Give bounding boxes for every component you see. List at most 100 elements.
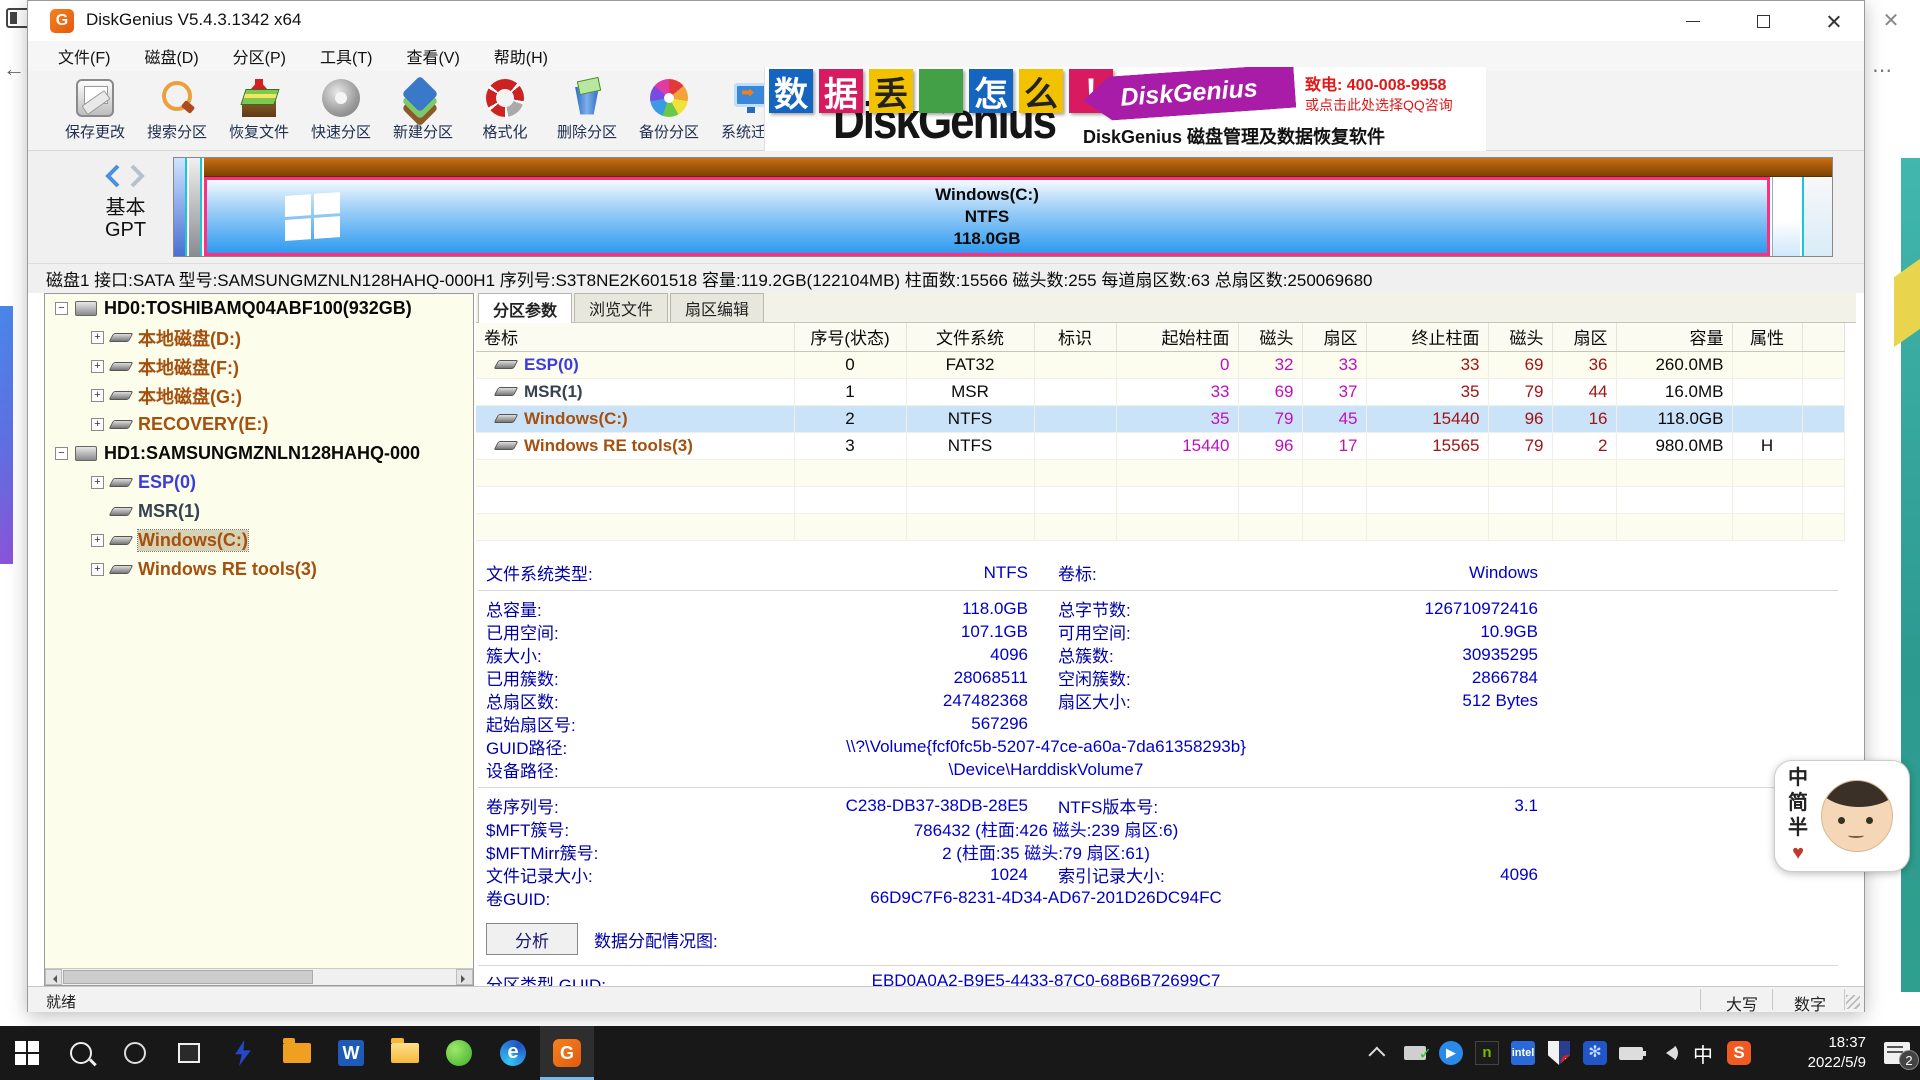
- background-window-left: ←: [0, 0, 27, 1080]
- tray-volume[interactable]: [1652, 1033, 1682, 1073]
- taskbar-app-word[interactable]: W: [324, 1026, 378, 1080]
- next-disk-icon[interactable]: [130, 164, 146, 188]
- tray-sogou[interactable]: S: [1724, 1033, 1754, 1073]
- taskbar-app-lightning[interactable]: [216, 1026, 270, 1080]
- start-button[interactable]: [0, 1026, 54, 1080]
- new-partition-button[interactable]: 新建分区: [382, 71, 464, 149]
- tree-item-msr[interactable]: MSR(1): [45, 497, 473, 526]
- tree-item-hd0[interactable]: HD0:TOSHIBAMQ04ABF100(932GB): [45, 294, 473, 323]
- cortana-button[interactable]: [108, 1026, 162, 1080]
- tree-horizontal-scrollbar[interactable]: [45, 968, 473, 985]
- tree-item-windows-re[interactable]: Windows RE tools(3): [45, 555, 473, 584]
- partition-block-msr[interactable]: [189, 158, 202, 256]
- prev-disk-icon[interactable]: [104, 164, 120, 188]
- background-more-icon[interactable]: ⋯: [1872, 58, 1894, 83]
- search-partition-button[interactable]: 搜索分区: [136, 71, 218, 149]
- tray-battery[interactable]: [1616, 1033, 1646, 1073]
- table-row-esp[interactable]: ESP(0) 0 FAT32 0 32 33 33 69 36 260.0MB: [476, 351, 1844, 378]
- tab-browse-files[interactable]: 浏览文件: [574, 293, 668, 322]
- maximize-button[interactable]: [1734, 1, 1792, 41]
- collapse-icon[interactable]: [55, 447, 68, 460]
- scroll-right-icon[interactable]: [456, 969, 473, 985]
- taskbar-clock[interactable]: 18:37 2022/5/9: [1770, 1033, 1866, 1073]
- taskbar-app-folder[interactable]: [270, 1026, 324, 1080]
- notification-center-button[interactable]: 2: [1882, 1033, 1912, 1073]
- backup-partition-button[interactable]: 备份分区: [628, 71, 710, 149]
- tab-partition-params[interactable]: 分区参数: [478, 293, 572, 323]
- background-gradient-strip: [0, 306, 13, 564]
- status-text: 就绪: [46, 991, 76, 1012]
- quick-partition-button[interactable]: 快速分区: [300, 71, 382, 149]
- ad-banner[interactable]: DiskGenius 数 据 丢 怎 么 ! DiskGenius 致电: 40…: [764, 67, 1486, 151]
- expand-icon[interactable]: [91, 476, 104, 489]
- task-view-button[interactable]: [162, 1026, 216, 1080]
- tray-printer[interactable]: [1400, 1033, 1430, 1073]
- tab-bar: 分区参数 浏览文件 扇区编辑: [476, 293, 1856, 323]
- tray-input-method[interactable]: 中: [1688, 1033, 1718, 1073]
- sogou-icon: S: [1727, 1041, 1751, 1065]
- tray-intel[interactable]: intel: [1508, 1033, 1538, 1073]
- tree-item-hd1[interactable]: HD1:SAMSUNGMZNLN128HAHQ-000: [45, 439, 473, 468]
- table-row-msr[interactable]: MSR(1) 1 MSR 33 69 37 35 79 44 16.0MB: [476, 378, 1844, 405]
- expand-icon[interactable]: [91, 360, 104, 373]
- scrollbar-thumb[interactable]: [63, 970, 313, 984]
- tree-item-local-d[interactable]: 本地磁盘(D:): [45, 323, 473, 352]
- menu-help[interactable]: 帮助(H): [494, 44, 548, 68]
- tray-nvidia[interactable]: n: [1472, 1033, 1502, 1073]
- recover-files-button[interactable]: 恢复文件: [218, 71, 300, 149]
- partition-block-esp[interactable]: [174, 158, 187, 256]
- expand-icon[interactable]: [91, 534, 104, 547]
- disk-nav-arrows[interactable]: [90, 161, 160, 191]
- divider: [478, 787, 1838, 788]
- notification-icon: 2: [1884, 1042, 1910, 1064]
- new-partition-icon: [404, 79, 442, 117]
- collapse-icon[interactable]: [55, 302, 68, 315]
- expand-icon[interactable]: [91, 389, 104, 402]
- tree-item-local-g[interactable]: 本地磁盘(G:): [45, 381, 473, 410]
- tray-snowflake[interactable]: ✻: [1580, 1033, 1610, 1073]
- taskbar-app-browser-green[interactable]: [432, 1026, 486, 1080]
- delete-partition-button[interactable]: 删除分区: [546, 71, 628, 149]
- close-button[interactable]: [1804, 1, 1862, 41]
- ime-status-widget[interactable]: 中 简 半 ♥: [1774, 760, 1910, 872]
- tray-expand-button[interactable]: [1364, 1033, 1394, 1073]
- menu-partition[interactable]: 分区(P): [233, 44, 286, 68]
- tree-item-local-f[interactable]: 本地磁盘(F:): [45, 352, 473, 381]
- detail-row: $MFTMirr簇号:2 (柱面:35 磁头:79 扇区:61): [476, 840, 1856, 863]
- menu-view[interactable]: 查看(V): [406, 44, 459, 68]
- taskbar-search-button[interactable]: [54, 1026, 108, 1080]
- table-row-windows-re[interactable]: Windows RE tools(3) 3 NTFS 15440 96 17 1…: [476, 432, 1844, 459]
- resize-grip[interactable]: [1846, 995, 1860, 1009]
- tray-security[interactable]: [1544, 1033, 1574, 1073]
- taskbar-app-explorer[interactable]: [378, 1026, 432, 1080]
- partition-block-windows-c[interactable]: Windows(C:) NTFS 118.0GB: [204, 177, 1770, 256]
- menu-tools[interactable]: 工具(T): [320, 44, 372, 68]
- tab-sector-edit[interactable]: 扇区编辑: [670, 293, 764, 322]
- expand-icon[interactable]: [91, 418, 104, 431]
- partition-detail-pane: 分区参数 浏览文件 扇区编辑 卷标 序号(状态) 文件系统 标识 起始柱面 磁头: [476, 293, 1856, 986]
- back-arrow-icon[interactable]: ←: [3, 56, 25, 82]
- menu-disk[interactable]: 磁盘(D): [144, 44, 198, 68]
- format-button[interactable]: 格式化: [464, 71, 546, 149]
- taskbar-app-edge[interactable]: e: [486, 1026, 540, 1080]
- expand-icon[interactable]: [91, 331, 104, 344]
- tree-item-esp[interactable]: ESP(0): [45, 468, 473, 497]
- tray-thunder[interactable]: ▶: [1436, 1033, 1466, 1073]
- app-logo-icon: G: [50, 9, 74, 33]
- scroll-left-icon[interactable]: [45, 969, 62, 985]
- expand-icon[interactable]: [91, 563, 104, 576]
- volume-icon: [109, 333, 134, 342]
- banner-qq-link[interactable]: 或点击此处选择QQ咨询: [1305, 95, 1483, 115]
- background-close-icon[interactable]: ✕: [1878, 8, 1904, 34]
- minimize-button[interactable]: [1664, 1, 1722, 41]
- tree-item-windows-c[interactable]: Windows(C:): [45, 526, 473, 555]
- analyze-button[interactable]: 分析: [486, 923, 578, 955]
- save-changes-button[interactable]: 保存更改: [54, 71, 136, 149]
- caps-lock-indicator: 大写: [1716, 991, 1768, 1015]
- table-row-windows-c-selected[interactable]: Windows(C:) 2 NTFS 35 79 45 15440 96 16 …: [476, 405, 1844, 432]
- partition-block-re-tools[interactable]: [1772, 177, 1800, 256]
- ime-indicator: 中: [1693, 1039, 1713, 1068]
- menu-file[interactable]: 文件(F): [58, 44, 110, 68]
- tree-item-recovery-e[interactable]: RECOVERY(E:): [45, 410, 473, 439]
- taskbar-app-diskgenius-active[interactable]: G: [540, 1026, 594, 1080]
